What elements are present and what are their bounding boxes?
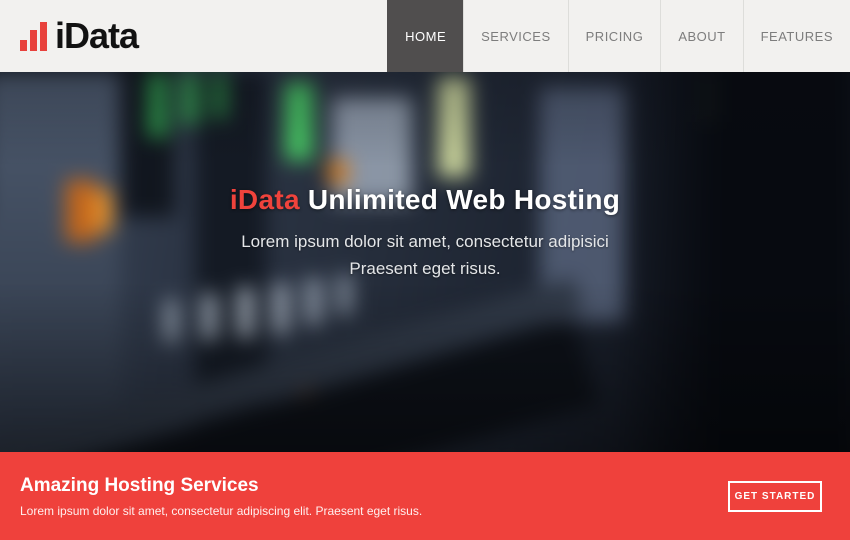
page: iData HOME SERVICES PRICING ABOUT FEATUR… bbox=[0, 0, 850, 540]
main-nav: HOME SERVICES PRICING ABOUT FEATURES bbox=[387, 0, 850, 72]
cta-textblock: Amazing Hosting Services Lorem ipsum dol… bbox=[20, 475, 422, 518]
cable-plug-shape bbox=[238, 288, 253, 338]
cable-plug-shape bbox=[202, 294, 217, 340]
nav-item-services[interactable]: SERVICES bbox=[463, 0, 568, 72]
cta-heading: Amazing Hosting Services bbox=[20, 475, 422, 497]
get-started-button[interactable]: GET STARTED bbox=[728, 481, 822, 512]
hero-section: iData Unlimited Web Hosting Lorem ipsum … bbox=[0, 72, 850, 452]
cable-plug-shape bbox=[165, 300, 178, 342]
nav-item-pricing[interactable]: PRICING bbox=[568, 0, 661, 72]
green-led-shape bbox=[438, 77, 470, 177]
site-header: iData HOME SERVICES PRICING ABOUT FEATUR… bbox=[0, 0, 850, 72]
nav-item-home[interactable]: HOME bbox=[387, 0, 463, 72]
hero-subtitle: Lorem ipsum dolor sit amet, consectetur … bbox=[0, 228, 850, 282]
green-led-shape bbox=[212, 72, 227, 118]
orange-cable-shape bbox=[328, 160, 348, 184]
cta-description: Lorem ipsum dolor sit amet, consectetur … bbox=[20, 504, 422, 518]
logo[interactable]: iData bbox=[20, 0, 138, 72]
hero-content: iData Unlimited Web Hosting Lorem ipsum … bbox=[0, 184, 850, 282]
hero-subtitle-line1: Lorem ipsum dolor sit amet, consectetur … bbox=[0, 228, 850, 255]
hero-title-accent: iData bbox=[230, 184, 300, 215]
cable-plug-shape bbox=[306, 279, 321, 325]
green-led-shape bbox=[285, 82, 313, 160]
hero-subtitle-line2: Praesent eget risus. bbox=[0, 255, 850, 282]
nav-item-about[interactable]: ABOUT bbox=[660, 0, 742, 72]
hero-title-rest: Unlimited Web Hosting bbox=[308, 184, 620, 215]
nav-item-features[interactable]: FEATURES bbox=[743, 0, 850, 72]
bar-chart-icon bbox=[20, 21, 47, 51]
cable-plug-shape bbox=[273, 284, 288, 334]
cta-bar: Amazing Hosting Services Lorem ipsum dol… bbox=[0, 452, 850, 540]
green-led-shape bbox=[182, 72, 198, 124]
hero-title: iData Unlimited Web Hosting bbox=[0, 184, 850, 216]
green-led-shape bbox=[148, 72, 168, 137]
logo-text: iData bbox=[55, 18, 138, 54]
